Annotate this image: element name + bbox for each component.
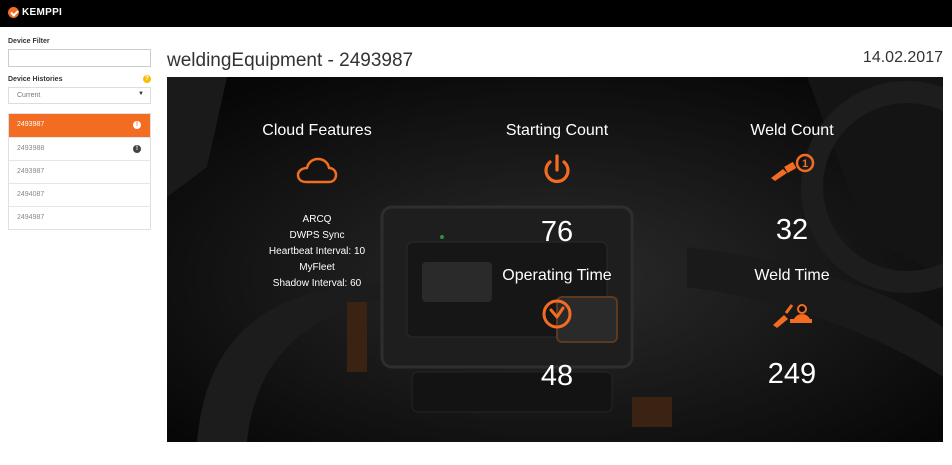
kemppi-logo-icon: [8, 7, 19, 18]
device-histories-label: Device Histories: [8, 75, 63, 83]
weld-time-title: Weld Time: [754, 267, 830, 284]
device-list: 2493987 ! 2493988 ! 2493987 2494087 2494…: [8, 113, 151, 230]
device-histories-select[interactable]: Current ▼: [8, 87, 151, 104]
welding-torch-time-icon: [773, 304, 812, 328]
starting-count-title: Starting Count: [505, 122, 609, 139]
page-title: weldingEquipment - 2493987: [167, 50, 414, 71]
info-icon[interactable]: ?: [143, 75, 151, 83]
starting-count-card: Starting Count 76: [477, 122, 637, 249]
cloud-features-title: Cloud Features: [262, 122, 372, 139]
chevron-down-icon: ▼: [138, 91, 144, 97]
alert-icon: !: [133, 121, 141, 129]
operating-time-title: Operating Time: [502, 267, 612, 284]
kemppi-logo[interactable]: KEMPPI: [8, 7, 62, 18]
cloud-features-list: ARCQ DWPS Sync Heartbeat Interval: 10 My…: [232, 212, 402, 292]
weld-time-value: 249: [767, 358, 817, 390]
sidebar: Device Filter Device Histories ? Current…: [8, 38, 151, 230]
starting-count-value: 76: [540, 216, 574, 248]
welding-torch-count-icon: 1: [771, 153, 815, 181]
weld-count-card: Weld Count 1 32: [712, 122, 872, 247]
clock-icon: [542, 299, 572, 329]
cloud-feature-item: ARCQ: [302, 214, 332, 225]
device-id: 2493988: [17, 145, 45, 152]
cloud-icon: [296, 157, 338, 184]
weld-count-title: Weld Count: [750, 122, 834, 139]
weld-count-value: 32: [775, 214, 809, 246]
device-filter-input[interactable]: [8, 49, 151, 67]
device-list-item[interactable]: 2493987 !: [9, 114, 150, 137]
operating-time-card: Operating Time 48: [477, 267, 637, 393]
device-list-item[interactable]: 2494987: [9, 206, 150, 229]
device-id: 2494087: [17, 191, 45, 198]
top-bar: KEMPPI: [0, 0, 952, 27]
device-list-item[interactable]: 2494087: [9, 183, 150, 206]
operating-time-value: 48: [540, 360, 574, 392]
cloud-feature-item: Heartbeat Interval: 10: [268, 246, 366, 257]
cloud-features-card: Cloud Features ARCQ DWPS Sync Heartbeat …: [232, 122, 402, 292]
device-filter-label: Device Filter: [8, 38, 50, 45]
power-icon: [544, 154, 570, 184]
page-date: 14.02.2017: [862, 49, 943, 66]
svg-text:1: 1: [802, 158, 808, 170]
cloud-feature-item: Shadow Interval: 60: [272, 278, 362, 289]
alert-icon: !: [133, 145, 141, 153]
device-list-item[interactable]: 2493987: [9, 160, 150, 183]
cloud-feature-item: DWPS Sync: [289, 230, 345, 241]
device-dashboard-panel: Cloud Features ARCQ DWPS Sync Heartbeat …: [167, 77, 943, 442]
device-id: 2494987: [17, 214, 45, 221]
device-id: 2493987: [17, 168, 45, 175]
weld-time-card: Weld Time 249: [712, 267, 872, 391]
device-id: 2493987: [17, 121, 45, 128]
device-histories-selected: Current: [17, 92, 41, 99]
brand-name: KEMPPI: [22, 7, 63, 18]
device-list-item[interactable]: 2493988 !: [9, 137, 150, 160]
cloud-feature-item: MyFleet: [299, 262, 335, 273]
